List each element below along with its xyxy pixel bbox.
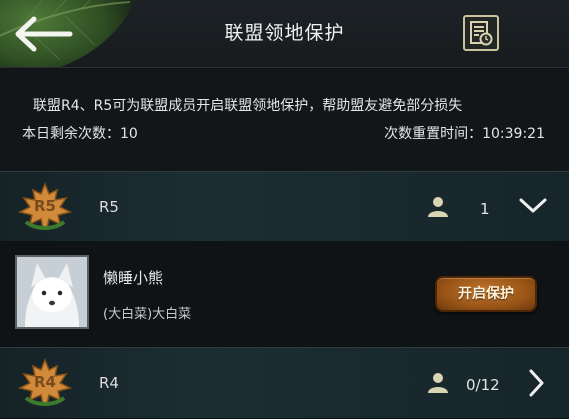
member-count: 0/12 bbox=[466, 376, 500, 394]
rank-badge-label: R4 bbox=[34, 373, 56, 391]
remaining-value: 10 bbox=[120, 126, 138, 142]
chevron-right-icon[interactable] bbox=[526, 368, 546, 398]
reset-time: 次数重置时间：10:39:21 bbox=[384, 123, 545, 143]
member-alliance: (大白菜)大白菜 bbox=[103, 307, 192, 322]
reset-value: 10:39:21 bbox=[482, 126, 545, 142]
protection-description: 联盟R4、R5可为联盟成员开启联盟领地保护，帮助盟友避免部分损失 bbox=[33, 98, 463, 114]
rank-name: R4 bbox=[99, 374, 119, 392]
top-bar: 联盟领地保护 i bbox=[0, 0, 569, 68]
enable-protection-button[interactable]: 开启保护 bbox=[435, 276, 537, 312]
log-clock-icon bbox=[470, 21, 493, 46]
remaining-label: 本日剩余次数： bbox=[22, 126, 120, 142]
rank-row-r5[interactable]: R5 R5 1 bbox=[0, 171, 569, 243]
avatar[interactable] bbox=[15, 255, 89, 329]
info-panel: 联盟R4、R5可为联盟成员开启联盟领地保护，帮助盟友避免部分损失 本日剩余次数：… bbox=[0, 69, 569, 171]
rank-row-r4[interactable]: R4 R4 0/12 bbox=[0, 347, 569, 419]
member-name: 懒睡小熊 bbox=[103, 269, 164, 287]
chevron-down-icon[interactable] bbox=[518, 196, 548, 216]
log-button[interactable] bbox=[463, 15, 499, 51]
member-count: 1 bbox=[480, 200, 490, 218]
member-row: 懒睡小熊 (大白菜)大白菜 开启保护 bbox=[0, 241, 569, 347]
reset-label: 次数重置时间： bbox=[384, 126, 483, 142]
remaining-count: 本日剩余次数：10 bbox=[22, 123, 138, 143]
person-icon bbox=[428, 197, 448, 217]
rank-badge-label: R5 bbox=[34, 197, 56, 215]
arctic-fox-avatar bbox=[17, 257, 87, 327]
rank-name: R5 bbox=[99, 198, 119, 216]
person-icon bbox=[428, 373, 448, 393]
